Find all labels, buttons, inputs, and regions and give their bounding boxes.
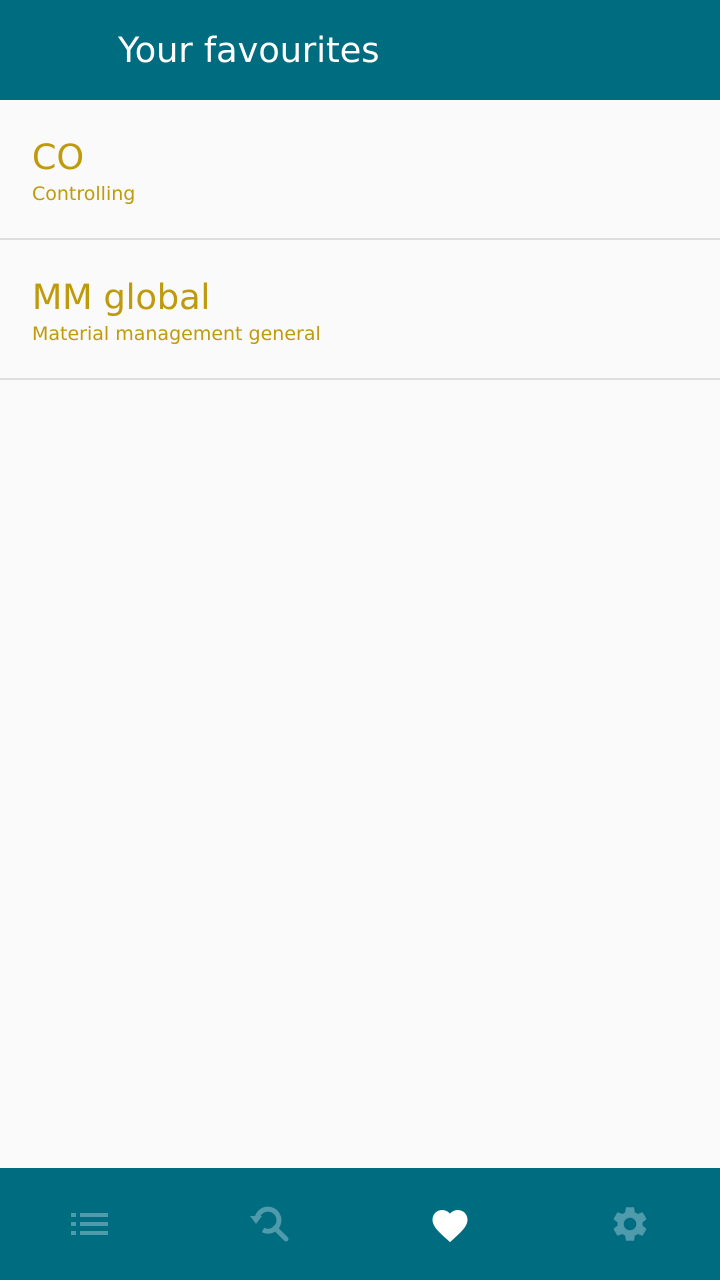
list-item-subtitle: Material management general xyxy=(32,323,321,345)
search-history-icon xyxy=(250,1206,289,1242)
heart-icon xyxy=(432,1210,468,1243)
list-item-subtitle: Controlling xyxy=(32,183,136,205)
bottom-navigation xyxy=(0,1168,720,1280)
list-item-title: CO xyxy=(32,138,84,178)
top-app-bar: Your favourites xyxy=(0,0,720,100)
nav-item-search[interactable] xyxy=(180,1168,360,1280)
list-icon xyxy=(71,1213,108,1235)
nav-item-favourites[interactable] xyxy=(360,1168,540,1280)
list-item-title: MM global xyxy=(32,278,211,318)
gear-icon xyxy=(613,1207,647,1241)
nav-item-settings[interactable] xyxy=(540,1168,720,1280)
page-title: Your favourites xyxy=(118,31,380,71)
list-item-mm-global[interactable]: MM global Material management general xyxy=(0,240,720,380)
list-item-co[interactable]: CO Controlling xyxy=(0,100,720,240)
nav-item-list[interactable] xyxy=(0,1168,180,1280)
favourites-list: CO Controlling MM global Material manage… xyxy=(0,100,720,380)
app-screen: Your favourites CO Controlling MM global… xyxy=(0,0,720,1280)
